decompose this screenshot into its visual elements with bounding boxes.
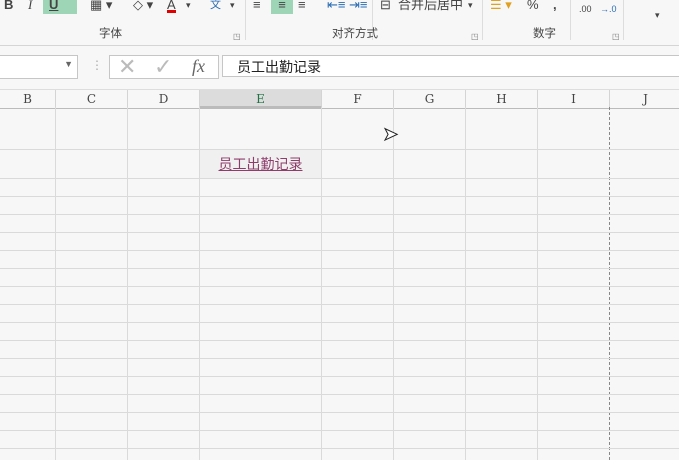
italic-button[interactable]: I [28, 0, 32, 14]
row-gridline [0, 268, 679, 269]
row-gridline [0, 304, 679, 305]
group-label-number: 数字 [533, 28, 556, 40]
chevron-down-icon[interactable]: ▼ [64, 59, 73, 69]
hyperlink-cell-text[interactable]: 员工出勤记录 [200, 150, 321, 178]
column-header-e[interactable]: E [200, 90, 322, 108]
column-gridline [465, 107, 466, 460]
row-gridline [0, 376, 679, 377]
row-gridline [0, 196, 679, 197]
row-gridline [0, 394, 679, 395]
column-header-d[interactable]: D [128, 90, 200, 108]
merge-icon[interactable]: ⊟ [380, 0, 391, 14]
divider [482, 0, 483, 40]
column-gridline [393, 107, 394, 460]
row-gridline [0, 340, 679, 341]
chevron-down-icon[interactable]: ▾ [655, 6, 660, 24]
column-header-i[interactable]: I [538, 90, 610, 108]
dialog-launcher-icon[interactable]: ◳ [471, 32, 479, 41]
dialog-launcher-icon[interactable]: ◳ [233, 32, 241, 41]
formula-bar: ▼ ⋮ ✕ ✓ fx 员工出勤记录 [0, 54, 679, 80]
row-gridline [0, 214, 679, 215]
row-gridline [0, 178, 679, 179]
fill-color-icon[interactable]: ◇ ▾ [133, 0, 153, 14]
insert-function-button[interactable]: fx [192, 56, 205, 77]
bold-button[interactable]: B [4, 0, 13, 14]
column-header-g[interactable]: G [394, 90, 466, 108]
formula-buttons: ✕ ✓ fx [109, 54, 219, 80]
column-header-b[interactable]: B [0, 90, 56, 108]
font-color-button[interactable]: A [167, 0, 176, 13]
chevron-down-icon[interactable]: ▾ [186, 0, 191, 14]
page-break-line [609, 107, 611, 460]
column-gridline [55, 107, 56, 460]
column-header-c[interactable]: C [56, 90, 128, 108]
row-gridline [0, 430, 679, 431]
align-center-icon[interactable]: ≡ [271, 0, 293, 14]
column-header-j[interactable]: J [610, 90, 679, 108]
column-header-f[interactable]: F [322, 90, 394, 108]
group-label-alignment: 对齐方式 [332, 28, 378, 40]
row-gridline [0, 286, 679, 287]
cancel-icon[interactable]: ✕ [118, 54, 136, 80]
enter-icon[interactable]: ✓ [154, 54, 172, 80]
align-left-icon[interactable]: ≡ [253, 0, 261, 14]
row-gridline [0, 448, 679, 449]
merge-center-button[interactable]: 合并后居中 [398, 0, 463, 14]
comma-button[interactable]: , [553, 0, 557, 14]
column-gridline [537, 107, 538, 460]
row-gridline [0, 149, 679, 150]
row-gridline [0, 232, 679, 233]
decrease-decimal-icon[interactable]: →.0 [600, 0, 617, 18]
divider [570, 0, 571, 40]
formula-input[interactable]: 员工出勤记录 [222, 55, 679, 77]
row-gridline [0, 358, 679, 359]
drag-handle-icon[interactable]: ⋮ [91, 58, 103, 72]
border-icon[interactable]: ▦ ▾ [90, 0, 112, 14]
decrease-indent-icon[interactable]: ⇤≡ [327, 0, 345, 14]
chevron-down-icon[interactable]: ▾ [468, 0, 473, 14]
row-gridline [0, 322, 679, 323]
column-gridline [127, 107, 128, 460]
ribbon: B I U ▦ ▾ ◇ ▾ A ▾ 文 ▾ ≡ ≡ ≡ ⇤≡ ⇥≡ ⊟ 合并后居… [0, 0, 679, 46]
mouse-cursor-icon: ➤ [382, 124, 399, 145]
underline-button[interactable]: U [43, 0, 77, 14]
column-header-h[interactable]: H [466, 90, 538, 108]
column-headers: B C D E F G H I J [0, 89, 679, 109]
row-gridline [0, 412, 679, 413]
column-gridline [321, 107, 322, 460]
dialog-launcher-icon[interactable]: ◳ [612, 32, 620, 41]
divider [623, 0, 624, 40]
divider [245, 0, 246, 40]
row-gridline [0, 250, 679, 251]
accounting-format-icon[interactable]: ☰ ▾ [490, 0, 512, 14]
align-right-icon[interactable]: ≡ [298, 0, 306, 14]
percent-button[interactable]: % [527, 0, 539, 14]
increase-indent-icon[interactable]: ⇥≡ [349, 0, 367, 14]
phonetic-button[interactable]: 文 [210, 0, 221, 14]
group-label-font: 字体 [99, 28, 122, 40]
name-box[interactable]: ▼ [0, 55, 78, 79]
chevron-down-icon[interactable]: ▾ [230, 0, 235, 14]
increase-decimal-button[interactable]: .00 [579, 0, 592, 18]
